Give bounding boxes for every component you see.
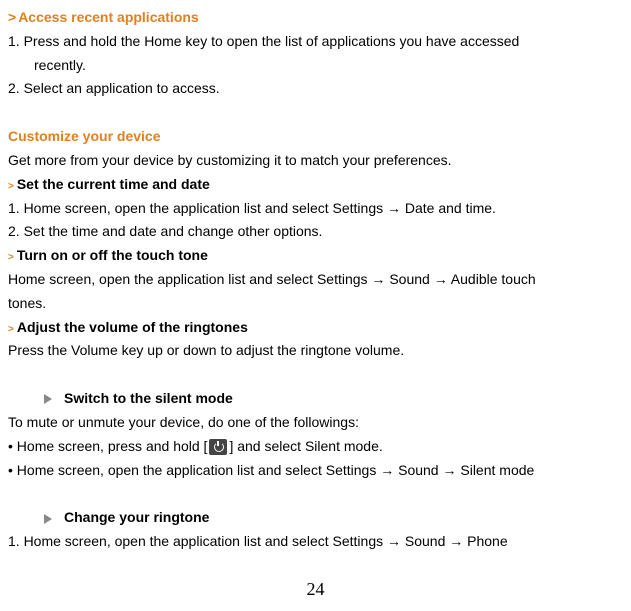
- section6-bullet1a: • Home screen, press and hold [: [8, 438, 207, 454]
- heading-change-ringtone: Change your ringtone: [64, 509, 209, 525]
- section4-body-b: tones.: [8, 292, 623, 316]
- bullet-arrow-icon: [44, 394, 52, 404]
- section7-step1: 1. Home screen, open the application lis…: [8, 530, 623, 554]
- heading-silent-mode: Switch to the silent mode: [64, 390, 233, 406]
- chevron-icon: >: [8, 324, 14, 335]
- heading-volume: Adjust the volume of the ringtones: [17, 319, 248, 335]
- heading-touch-tone: Turn on or off the touch tone: [17, 247, 208, 263]
- chevron-icon: >: [8, 252, 14, 263]
- section4-body-a: Home screen, open the application list a…: [8, 268, 623, 292]
- heading-time-date: Set the current time and date: [17, 176, 210, 192]
- heading-access-recent: Access recent applications: [18, 9, 199, 25]
- section1-step1b: recently.: [8, 54, 623, 78]
- section2-intro: Get more from your device by customizing…: [8, 149, 623, 173]
- section3-step2: 2. Set the time and date and change othe…: [8, 220, 623, 244]
- power-icon: [209, 439, 227, 455]
- section1-step1a: 1. Press and hold the Home key to open t…: [8, 30, 623, 54]
- bullet-arrow-icon: [44, 514, 52, 524]
- section6-bullet2: • Home screen, open the application list…: [8, 459, 623, 483]
- page-number: 24: [0, 574, 631, 605]
- section5-body: Press the Volume key up or down to adjus…: [8, 339, 623, 363]
- section6-bullet1: • Home screen, press and hold [ ] and sel…: [8, 435, 623, 459]
- chevron-icon: >: [8, 9, 16, 25]
- section6-bullet1b: ] and select Silent mode.: [229, 438, 382, 454]
- section1-step2: 2. Select an application to access.: [8, 77, 623, 101]
- heading-customize: Customize your device: [8, 125, 623, 149]
- chevron-icon: >: [8, 181, 14, 192]
- section3-step1: 1. Home screen, open the application lis…: [8, 197, 623, 221]
- section6-intro: To mute or unmute your device, do one of…: [8, 411, 623, 435]
